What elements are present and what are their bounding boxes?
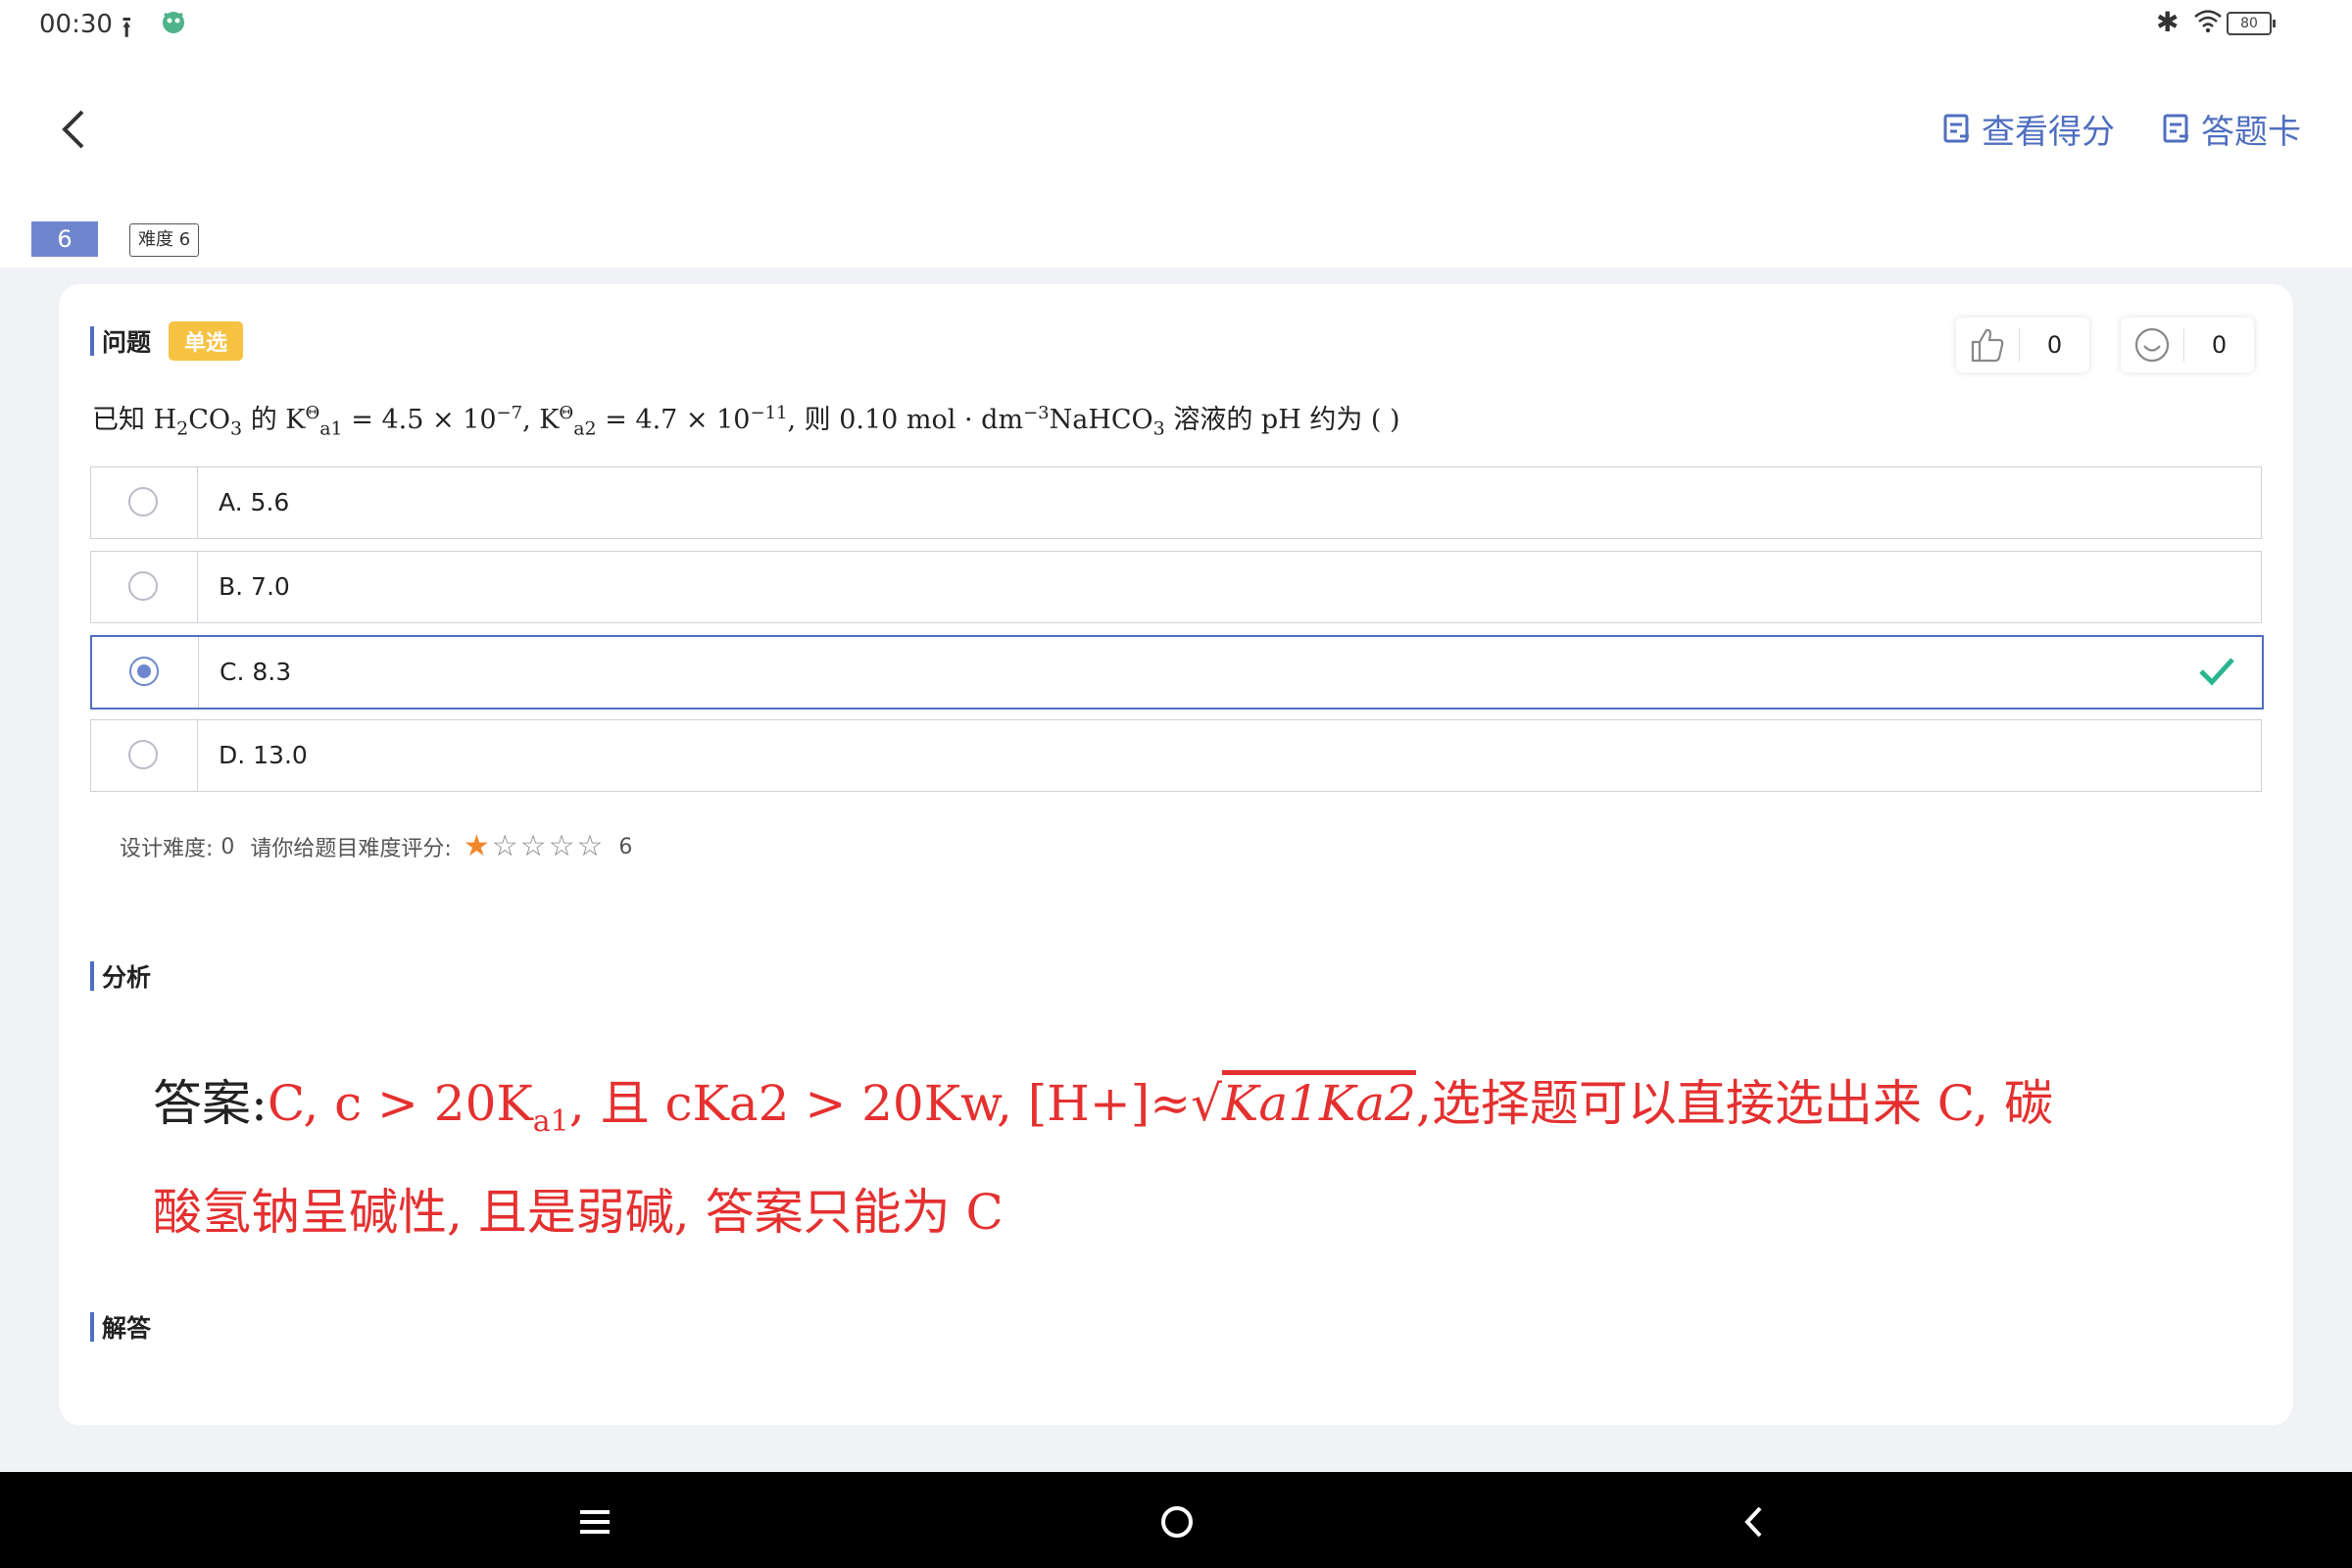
radio-cell — [92, 637, 199, 708]
menu-button[interactable] — [570, 1497, 619, 1546]
chevron-left-icon — [1744, 1506, 1762, 1538]
smile-count: 0 — [2211, 331, 2228, 359]
menu-icon — [580, 1510, 610, 1534]
rating-prompt: 请你给题目难度评分: — [250, 837, 452, 861]
wifi-icon — [2193, 8, 2223, 37]
question-card: 问题 单选 0 0 已知 H2CO3 的 KΘa1 = 4.5 × 10−7, … — [59, 284, 2293, 1425]
star-icon-empty[interactable]: ☆ — [520, 832, 547, 861]
star-icon-empty[interactable]: ☆ — [576, 832, 603, 861]
question-index-badge: 6 — [31, 221, 98, 257]
solution-section-label: 解答 — [102, 1314, 152, 1343]
document-icon — [1943, 114, 1969, 143]
design-difficulty-label: 设计难度: — [120, 837, 214, 861]
solution-section-title: 解答 — [90, 1309, 151, 1345]
document-icon — [2163, 114, 2188, 143]
analysis-line-1: 答案:C, c > 20Ka1, 且 cKa2 > 20Kw, [H+]≈√Ka… — [153, 1075, 2054, 1139]
app-notification-icon — [159, 8, 188, 39]
analysis-section-label: 分析 — [102, 963, 152, 992]
option-label: C. 8.3 — [220, 658, 292, 686]
rating-value: 6 — [618, 834, 633, 859]
option-d[interactable]: D. 13.0 — [90, 719, 2262, 792]
view-score-label: 查看得分 — [1982, 112, 2115, 152]
option-label: A. 5.6 — [219, 488, 290, 516]
option-label: D. 13.0 — [219, 741, 308, 769]
star-rating: ★ ☆ ☆ ☆ ☆ — [464, 832, 606, 861]
analysis-section-title: 分析 — [90, 958, 151, 994]
chevron-left-icon — [62, 110, 84, 149]
star-icon-empty[interactable]: ☆ — [492, 832, 518, 861]
radio-button[interactable] — [128, 740, 158, 769]
answer-card-link[interactable]: 答题卡 — [2162, 104, 2301, 153]
option-label: B. 7.0 — [219, 572, 290, 601]
back-button[interactable] — [53, 102, 92, 157]
option-b[interactable]: B. 7.0 — [90, 551, 2262, 623]
question-section-title: 问题 单选 — [90, 321, 244, 361]
radio-cell — [91, 720, 198, 791]
thumbs-up-icon — [1956, 326, 2019, 364]
upload-icon: ⭱ — [122, 11, 132, 45]
design-difficulty-value: 0 — [220, 834, 235, 859]
analysis-answer-image: 答案:C, c > 20Ka1, 且 cKa2 > 20Kw, [H+]≈√Ka… — [153, 1058, 2172, 1257]
like-count: 0 — [2046, 331, 2063, 359]
star-icon-empty[interactable]: ☆ — [549, 832, 575, 861]
option-c[interactable]: C. 8.3 — [90, 635, 2264, 710]
smile-button[interactable]: 0 — [2121, 318, 2254, 372]
radio-cell — [91, 467, 198, 538]
star-icon-filled[interactable]: ★ — [464, 832, 490, 861]
analysis-line-2: 酸氢钠呈碱性, 且是弱碱, 答案只能为 C — [153, 1184, 1004, 1241]
radio-cell — [91, 552, 198, 622]
difficulty-badge: 难度 6 — [129, 223, 200, 257]
question-section-label: 问题 — [102, 328, 152, 357]
question-type-tag: 单选 — [169, 321, 244, 361]
system-back-button[interactable] — [1731, 1497, 1780, 1546]
bluetooth-icon: ✱ — [2156, 6, 2180, 38]
smile-icon — [2121, 326, 2183, 364]
difficulty-rating: 设计难度: 0 请你给题目难度评分: ★ ☆ ☆ ☆ ☆ 6 — [120, 831, 632, 862]
radio-button[interactable] — [128, 487, 158, 516]
system-nav-bar — [0, 1472, 2352, 1568]
check-icon — [2197, 655, 2236, 692]
option-a[interactable]: A. 5.6 — [90, 466, 2262, 539]
view-score-link[interactable]: 查看得分 — [1942, 104, 2115, 153]
home-circle-icon — [1161, 1506, 1193, 1538]
battery-icon: 80 — [2227, 12, 2276, 35]
status-bar: 00:30 ⭱ ✱ 80 — [0, 0, 2352, 51]
home-button[interactable] — [1152, 1497, 1201, 1546]
question-text: 已知 H2CO3 的 KΘa1 = 4.5 × 10−7, KΘa2 = 4.7… — [92, 403, 1400, 440]
status-time: 00:30 — [39, 10, 113, 39]
like-button[interactable]: 0 — [1956, 318, 2089, 372]
answer-card-label: 答题卡 — [2201, 112, 2301, 152]
radio-button[interactable] — [128, 571, 158, 601]
radio-button-selected[interactable] — [129, 657, 159, 686]
